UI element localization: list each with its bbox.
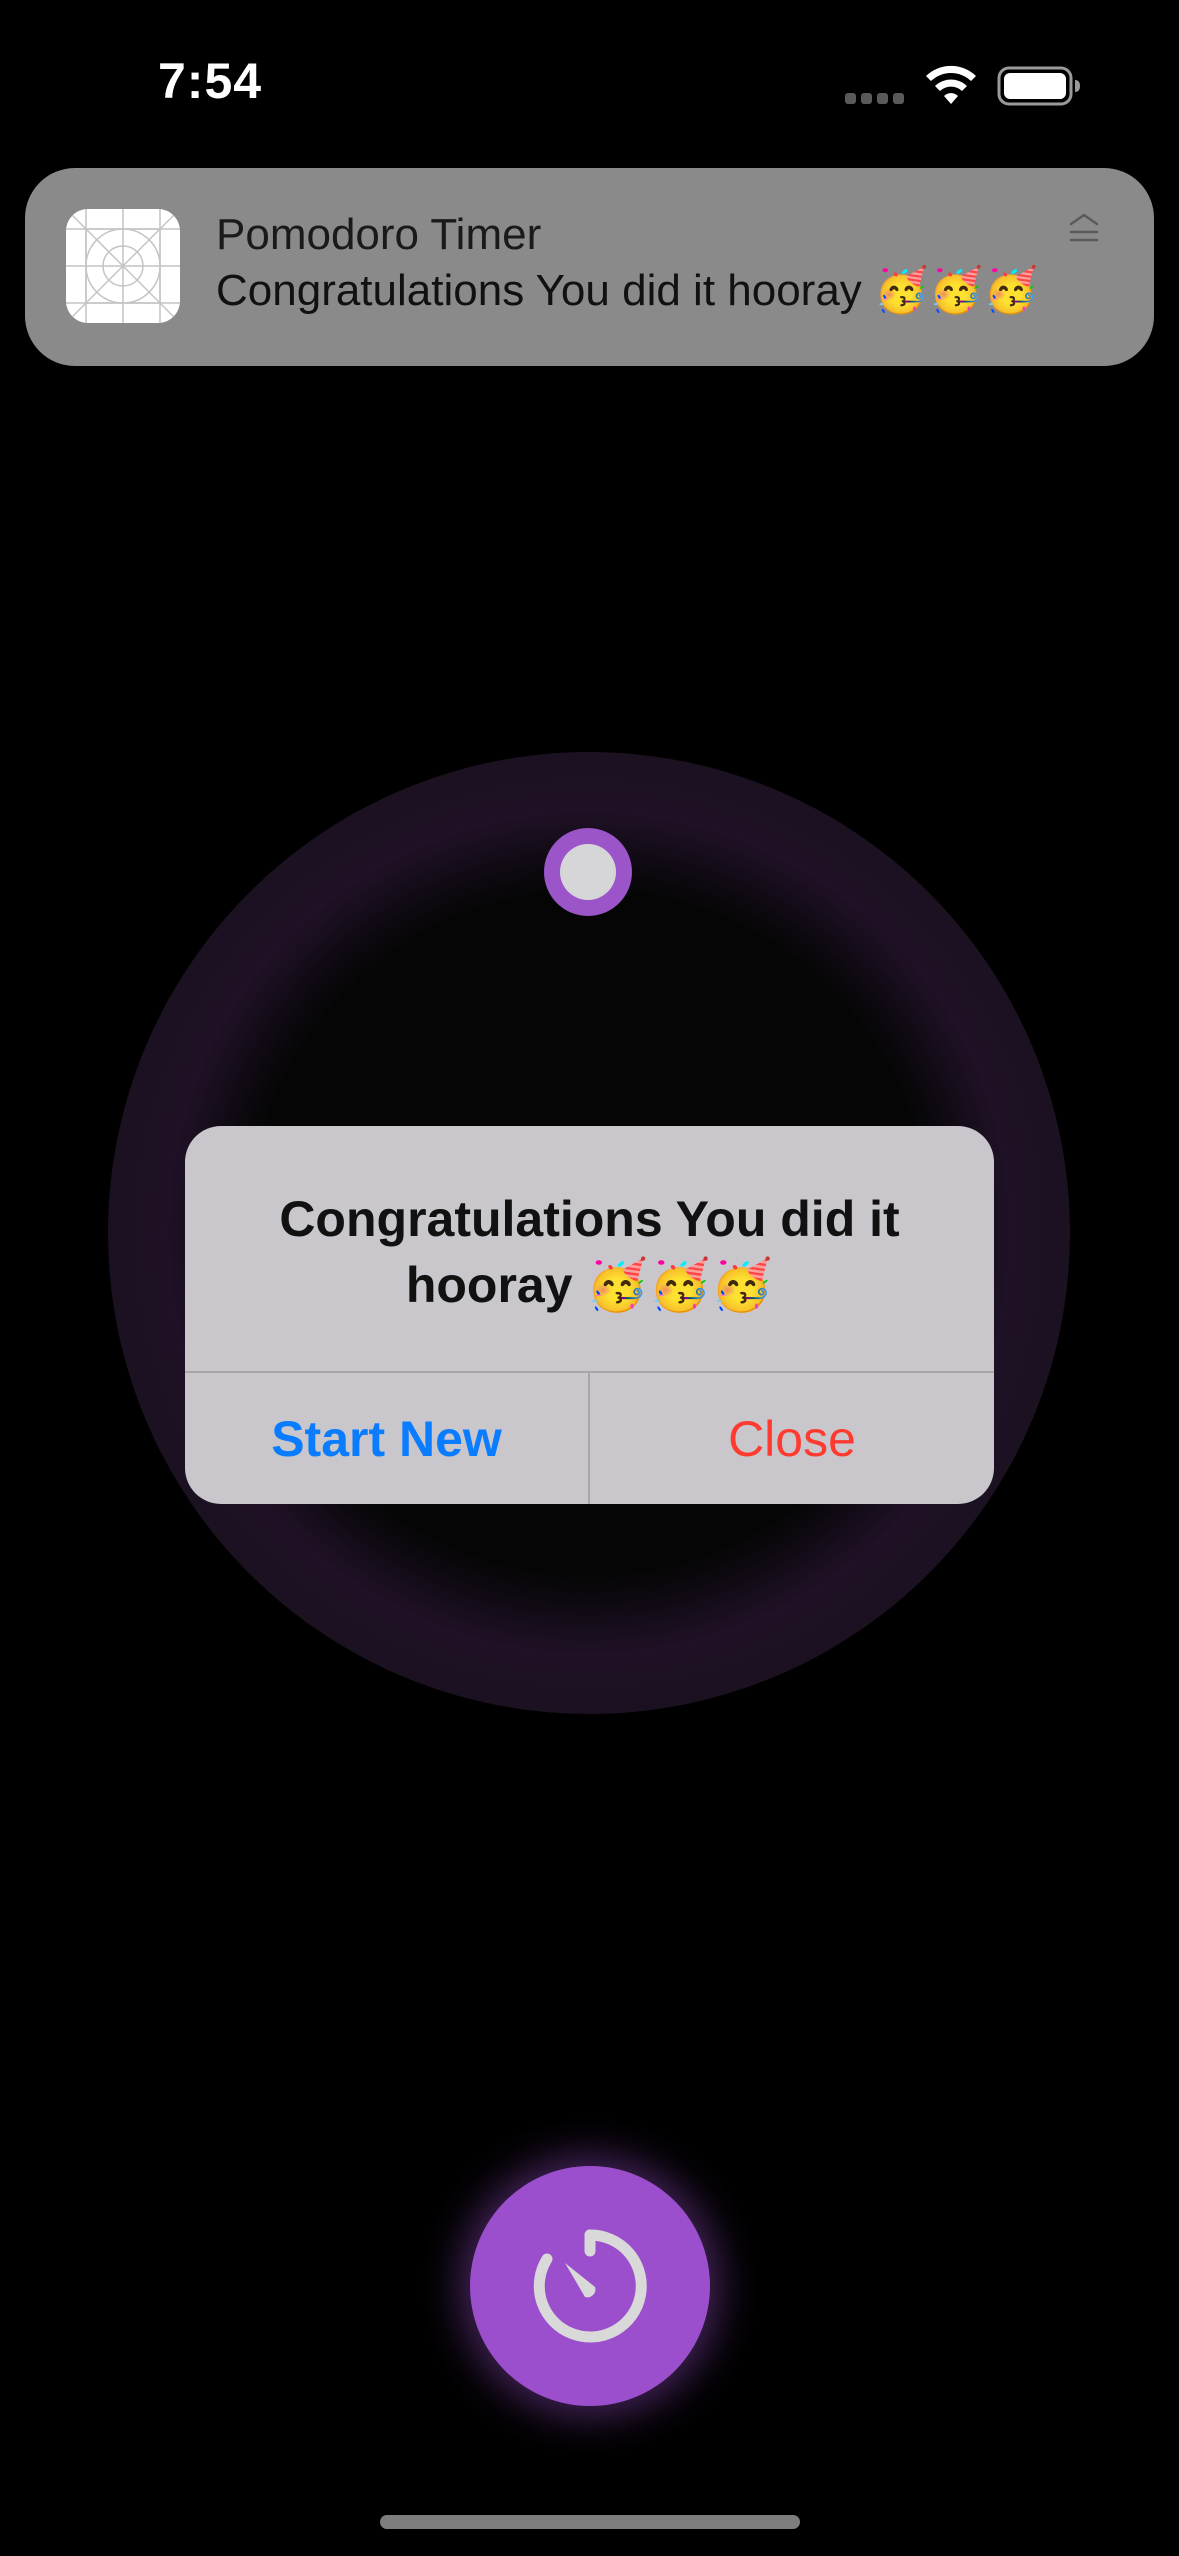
- battery-icon: [997, 66, 1081, 106]
- notification-banner[interactable]: Pomodoro Timer Congratulations You did i…: [25, 168, 1154, 366]
- expand-icon[interactable]: [1065, 210, 1103, 248]
- notification-message: Congratulations You did it hooray 🥳🥳🥳: [216, 266, 1039, 315]
- notification-app-name: Pomodoro Timer: [216, 210, 542, 259]
- cellular-signal-icon: [845, 93, 905, 105]
- home-indicator[interactable]: [380, 2515, 800, 2529]
- start-new-button[interactable]: Start New: [185, 1373, 588, 1504]
- timer-button[interactable]: [470, 2166, 710, 2406]
- close-button[interactable]: Close: [590, 1373, 994, 1504]
- status-time: 7:54: [158, 53, 263, 109]
- wifi-icon: [925, 64, 977, 106]
- status-bar: 7:54: [0, 0, 1179, 170]
- timer-icon: [533, 2229, 647, 2343]
- alert-title: Congratulations You did it hooray 🥳🥳🥳: [279, 1191, 900, 1313]
- timer-progress-knob[interactable]: [544, 828, 632, 916]
- completion-alert: Congratulations You did it hooray 🥳🥳🥳 St…: [185, 1126, 994, 1504]
- app-placeholder-icon: [66, 209, 180, 323]
